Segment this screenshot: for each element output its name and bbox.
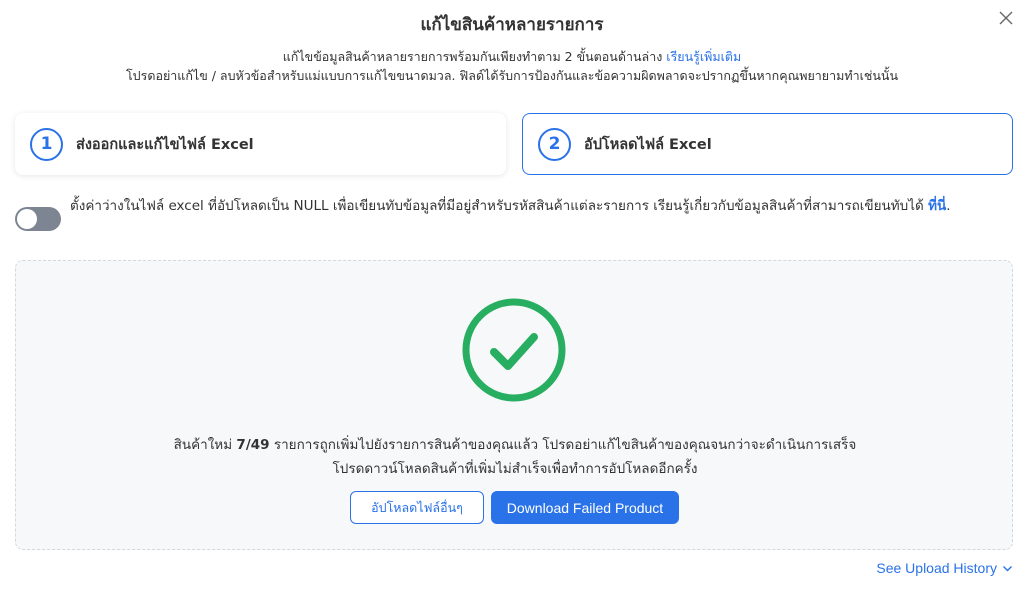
- null-overwrite-toggle[interactable]: [15, 207, 61, 231]
- toggle-suffix: .: [946, 198, 951, 214]
- step-label-2: อัปโหลดไฟล์ Excel: [584, 136, 712, 153]
- learn-more-link[interactable]: เรียนรู้เพิ่มเติม: [666, 49, 741, 64]
- warning-text: โปรดอย่าแก้ไข / ลบหัวข้อสำหรับแม่แบบการแ…: [125, 68, 899, 83]
- result-prefix: สินค้าใหม่: [173, 437, 233, 453]
- check-circle-icon: [461, 297, 567, 403]
- toggle-text: ตั้งค่าว่างในไฟล์ excel ที่อัปโหลดเป็น N…: [70, 198, 924, 214]
- step-number-2: 2: [538, 127, 571, 161]
- step-export-edit[interactable]: 1 ส่งออกและแก้ไขไฟล์ Excel: [15, 113, 506, 175]
- toggle-knob: [17, 209, 37, 229]
- download-failed-product-button[interactable]: Download Failed Product: [491, 491, 679, 524]
- modal-subtitle: แก้ไขข้อมูลสินค้าหลายรายการพร้อมกันเพียง…: [0, 47, 1024, 67]
- see-upload-history-link[interactable]: See Upload History: [876, 560, 1013, 576]
- here-link[interactable]: ที่นี่: [928, 198, 946, 214]
- history-label: See Upload History: [876, 560, 997, 576]
- result-suffix: รายการถูกเพิ่มไปยังรายการสินค้าของคุณแล้…: [273, 437, 857, 453]
- modal-title: แก้ไขสินค้าหลายรายการ: [420, 15, 604, 35]
- close-icon[interactable]: [996, 8, 1016, 28]
- result-count: 7/49: [236, 437, 270, 453]
- result-message-line2: โปรดดาวน์โหลดสินค้าที่เพิ่มไม่สำเร็จเพื่…: [332, 461, 698, 477]
- step-number-1: 1: [30, 127, 63, 161]
- step-upload[interactable]: 2 อัปโหลดไฟล์ Excel: [522, 113, 1013, 175]
- subtitle-text: แก้ไขข้อมูลสินค้าหลายรายการพร้อมกันเพียง…: [282, 49, 663, 64]
- step-label-1: ส่งออกและแก้ไขไฟล์ Excel: [76, 136, 254, 153]
- upload-other-file-button[interactable]: อัปโหลดไฟล์อื่นๆ: [350, 491, 484, 524]
- upload-result-panel: สินค้าใหม่ 7/49 รายการถูกเพิ่มไปยังรายกา…: [15, 260, 1013, 550]
- result-message: สินค้าใหม่ 7/49 รายการถูกเพิ่มไปยังรายกา…: [16, 433, 1014, 455]
- toggle-description: ตั้งค่าว่างในไฟล์ excel ที่อัปโหลดเป็น N…: [70, 195, 1000, 218]
- chevron-down-icon: [1002, 563, 1013, 574]
